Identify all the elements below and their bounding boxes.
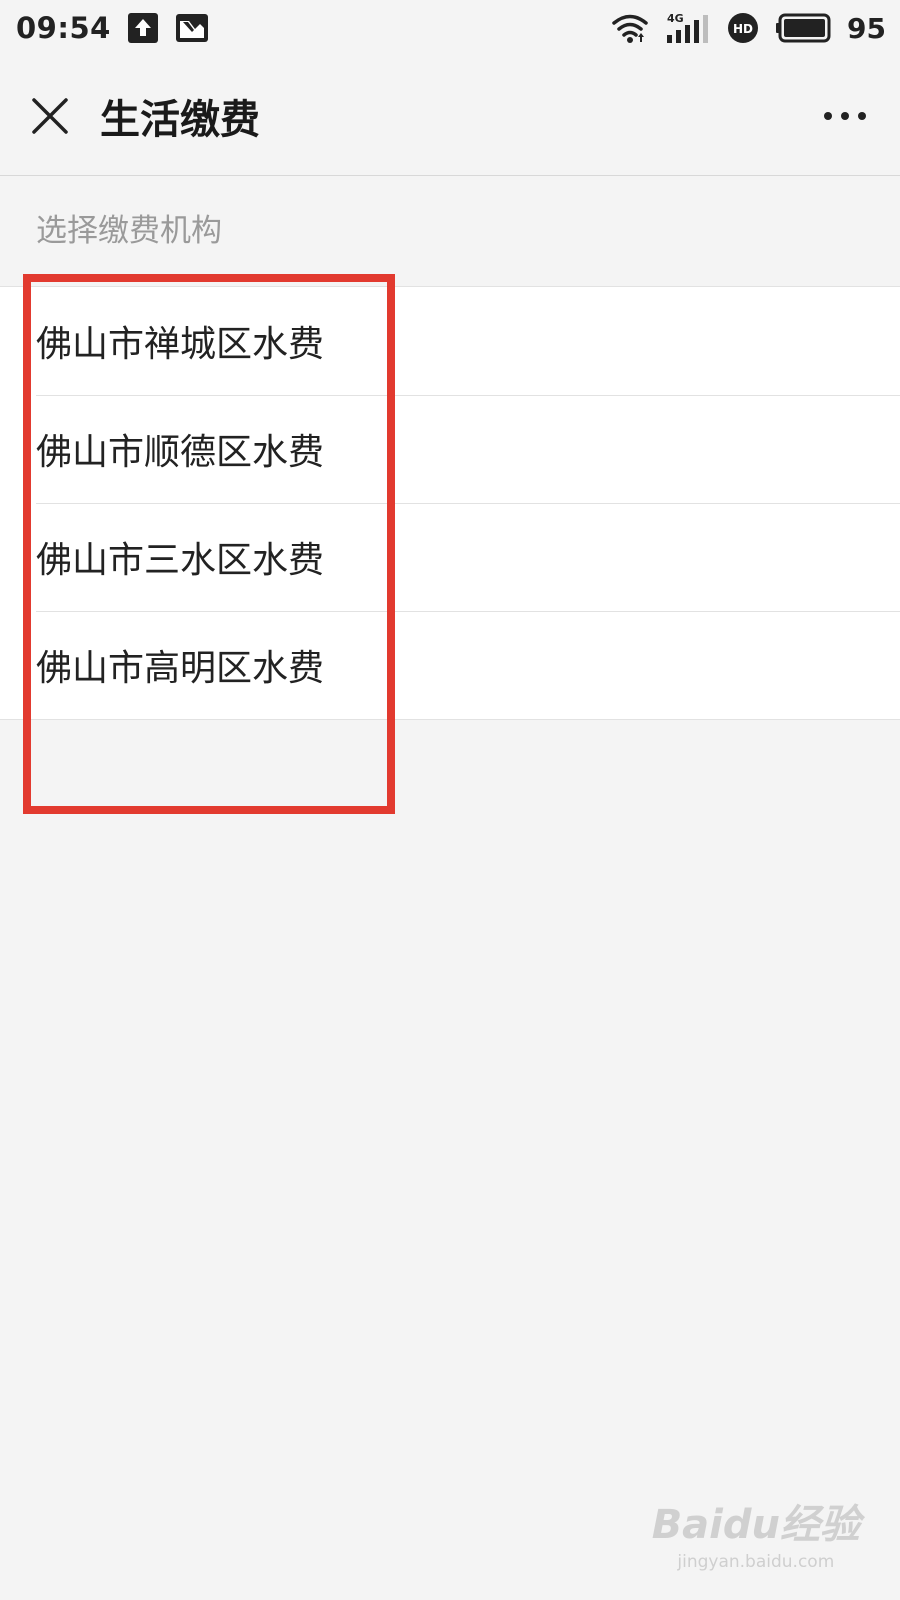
close-icon xyxy=(32,97,68,134)
list-item-shunde[interactable]: 佛山市顺德区水费 xyxy=(0,395,900,503)
battery-icon xyxy=(775,13,831,43)
list-item-gaoming[interactable]: 佛山市高明区水费 xyxy=(0,611,900,719)
list-item-label: 佛山市禅城区水费 xyxy=(36,324,325,365)
list-item-label: 佛山市高明区水费 xyxy=(36,648,325,689)
hd-icon: HD xyxy=(727,12,759,44)
status-bar: 09:54 4G HD 95 xyxy=(0,0,900,56)
status-bar-left: 09:54 xyxy=(16,11,209,45)
page-title: 生活缴费 xyxy=(100,96,260,143)
list-item-label: 佛山市三水区水费 xyxy=(36,540,325,581)
status-bar-right: 4G HD 95 xyxy=(611,11,886,45)
watermark-logo: Baidu经验 xyxy=(651,1502,860,1548)
wifi-icon xyxy=(611,12,649,44)
battery-level: 95 xyxy=(847,11,886,45)
image-icon xyxy=(175,13,209,43)
upload-icon xyxy=(127,12,159,44)
institution-list: 佛山市禅城区水费 佛山市顺德区水费 佛山市三水区水费 佛山市高明区水费 xyxy=(0,286,900,720)
close-button[interactable] xyxy=(0,56,100,176)
network-label: 4G xyxy=(667,12,684,25)
list-item-sanshui[interactable]: 佛山市三水区水费 xyxy=(0,503,900,611)
more-button[interactable] xyxy=(790,56,900,176)
nav-bar: 生活缴费 xyxy=(0,56,900,176)
more-icon xyxy=(824,111,866,120)
watermark: Baidu经验 jingyan.baidu.com xyxy=(652,1492,860,1572)
hd-label: HD xyxy=(733,22,753,36)
status-time: 09:54 xyxy=(16,11,111,45)
list-item-chancheng[interactable]: 佛山市禅城区水费 xyxy=(0,287,900,395)
section-label: 选择缴费机构 xyxy=(36,213,222,249)
list-item-label: 佛山市顺德区水费 xyxy=(36,432,325,473)
signal-4g-icon: 4G xyxy=(665,11,711,45)
watermark-url: jingyan.baidu.com xyxy=(677,1552,835,1572)
